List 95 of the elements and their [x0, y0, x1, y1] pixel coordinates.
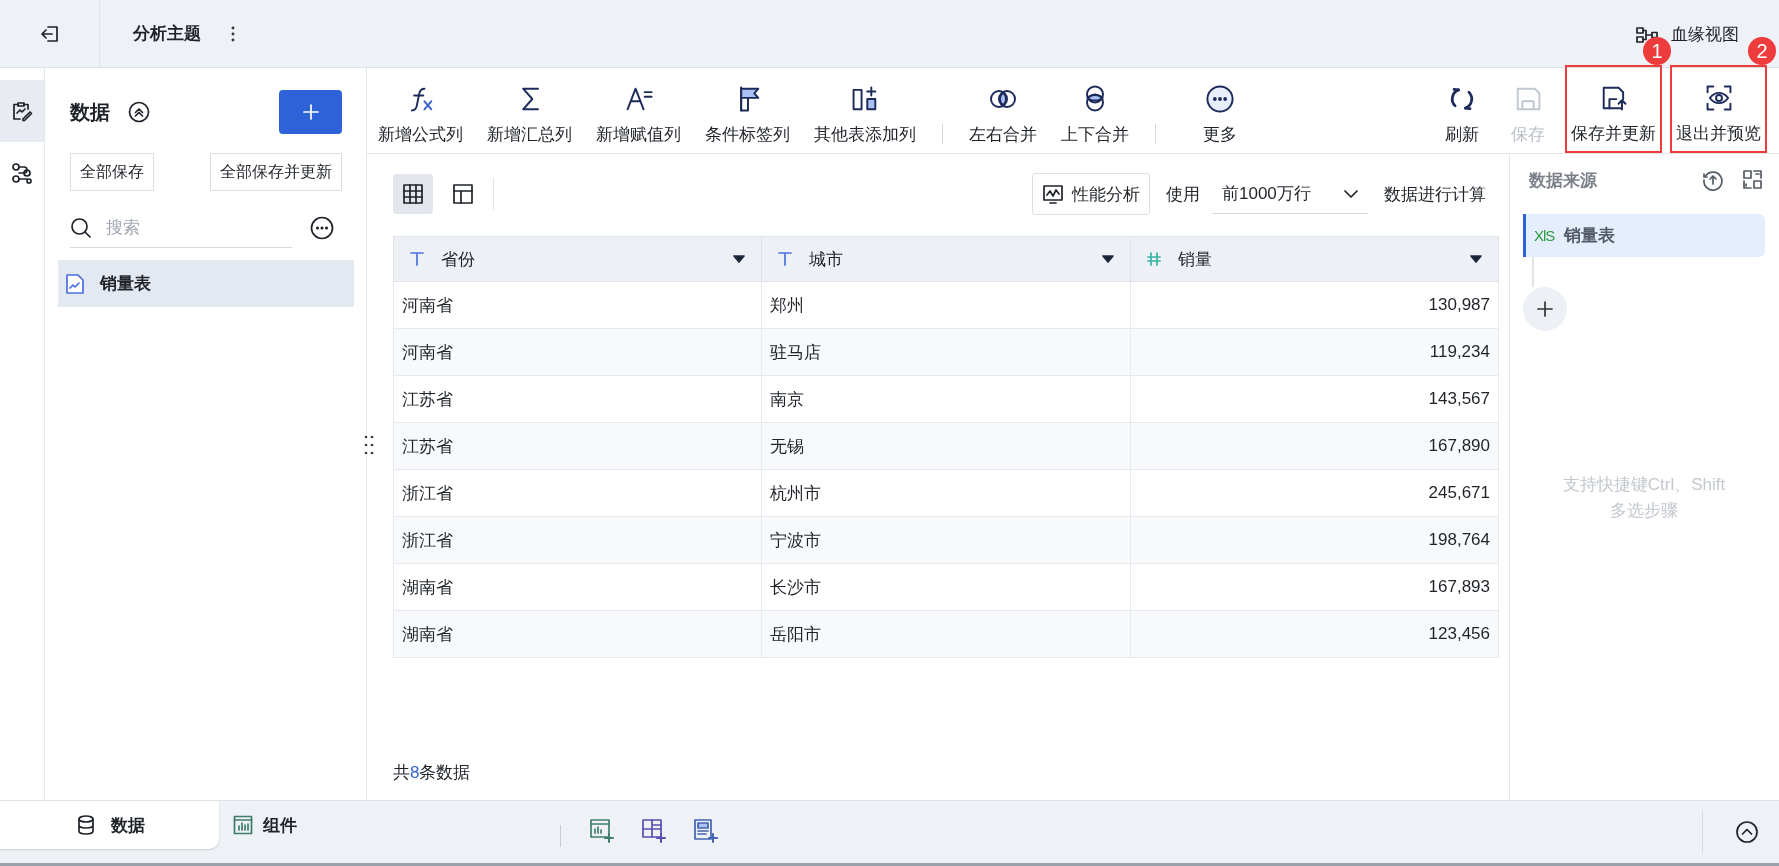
- hash-icon: [1145, 251, 1162, 267]
- search-field[interactable]: 搜索: [104, 216, 258, 239]
- table-cell: 143,567: [1130, 375, 1499, 423]
- dropdown-icon: [1470, 255, 1482, 263]
- table-cell: 湖南省: [393, 610, 762, 658]
- table-cell: 245,671: [1130, 469, 1499, 517]
- table-cell: 宁波市: [761, 516, 1131, 564]
- dropdown-icon: [1101, 255, 1114, 263]
- toolbar-button: 保存: [1508, 68, 1548, 153]
- layout-icon: [452, 183, 474, 205]
- chevron-double-up-icon: [128, 101, 150, 123]
- text-type-icon: [777, 251, 794, 267]
- toolbar-button[interactable]: 上下合并: [1058, 68, 1132, 153]
- toolbar-button[interactable]: 保存并更新: [1565, 65, 1662, 153]
- table-cell: 浙江省: [393, 516, 762, 564]
- column-header[interactable]: 省份: [393, 236, 762, 282]
- row-limit-select[interactable]: 前1000万行: [1212, 174, 1368, 214]
- table-cell: 郑州: [761, 281, 1131, 329]
- plus-icon: [301, 103, 320, 121]
- table-cell: 江苏省: [393, 375, 762, 423]
- collapse-button[interactable]: [128, 101, 150, 123]
- table-cell: 无锡: [761, 422, 1131, 470]
- view-toggle[interactable]: [393, 174, 433, 214]
- plus-icon: [1537, 301, 1553, 317]
- more-icon: [1204, 83, 1236, 115]
- page-title: 分析主题: [133, 23, 201, 45]
- toolbar-button[interactable]: 退出并预览: [1670, 65, 1767, 153]
- text-type-icon: [409, 251, 425, 267]
- performance-button[interactable]: 性能分析: [1032, 173, 1150, 215]
- sidebar-tab[interactable]: [0, 80, 44, 142]
- history-icon: [1701, 168, 1725, 192]
- layout-add-icon: [641, 818, 667, 844]
- bottom-tab[interactable]: 数据: [0, 801, 219, 849]
- table-cell: 湖南省: [393, 563, 762, 611]
- swap-icon: [1741, 168, 1765, 192]
- more-icon: [310, 216, 334, 240]
- toolbar-button[interactable]: 新增赋值列: [593, 68, 684, 153]
- add-step-button[interactable]: [1523, 287, 1567, 331]
- label-text: 数据进行计算: [1384, 183, 1486, 206]
- column-header[interactable]: 销量: [1130, 236, 1499, 282]
- more-vertical-icon: [231, 25, 235, 42]
- flow-icon: [10, 161, 34, 185]
- bottom-tab[interactable]: 组件: [233, 801, 297, 849]
- more-button[interactable]: [310, 216, 334, 240]
- row-count-text: 共8条数据: [393, 762, 472, 784]
- report-add-icon: [693, 818, 719, 844]
- clipboard-chart-icon: [10, 99, 34, 123]
- add-button[interactable]: [279, 90, 342, 134]
- table-cell: 123,456: [1130, 610, 1499, 658]
- toolbar-button[interactable]: 左右合并: [966, 68, 1040, 153]
- toolbar-button[interactable]: 新增公式列: [375, 68, 466, 153]
- toolbar-button[interactable]: 条件标签列: [702, 68, 793, 153]
- toolbar-icon-button[interactable]: [641, 818, 667, 844]
- table-cell: 长沙市: [761, 563, 1131, 611]
- table-cell: 119,234: [1130, 328, 1499, 376]
- table-cell: 167,890: [1130, 422, 1499, 470]
- table-cell: 130,987: [1130, 281, 1499, 329]
- search-icon: [70, 216, 92, 239]
- toolbar-button[interactable]: 更多: [1200, 68, 1240, 153]
- table-cell: 167,893: [1130, 563, 1499, 611]
- panel-title: 数据来源: [1529, 169, 1597, 192]
- toolbar-button[interactable]: 新增汇总列: [484, 68, 575, 153]
- swap-button[interactable]: [1741, 168, 1765, 192]
- history-button[interactable]: [1701, 168, 1725, 192]
- table-cell: 河南省: [393, 328, 762, 376]
- action-button[interactable]: 全部保存并更新: [210, 153, 342, 191]
- table-cell: 河南省: [393, 281, 762, 329]
- table-cell: 198,764: [1130, 516, 1499, 564]
- toolbar-button[interactable]: 其他表添加列: [811, 68, 919, 153]
- table-cell: 浙江省: [393, 469, 762, 517]
- column-header[interactable]: 城市: [761, 236, 1131, 282]
- toolbar-icon-button[interactable]: [589, 818, 615, 844]
- chart-file-icon: [66, 273, 84, 294]
- file-type-label: XlS: [1534, 227, 1555, 244]
- table-cell: 南京: [761, 375, 1131, 423]
- table-cell: 驻马店: [761, 328, 1131, 376]
- bar-chart-icon: [233, 815, 253, 835]
- chart-add-icon: [589, 818, 615, 844]
- lineage-icon: [1635, 25, 1659, 44]
- monitor-chart-icon: [1042, 183, 1064, 205]
- toolbar-icon-button[interactable]: [693, 818, 719, 844]
- chevron-up-circle-icon: [1735, 820, 1759, 844]
- drag-handle-icon[interactable]: [364, 434, 374, 456]
- label-text: 使用: [1166, 183, 1200, 206]
- dropdown-icon: [733, 255, 746, 263]
- table-cell: 江苏省: [393, 422, 762, 470]
- hint-text: 支持快捷键Ctrl、Shift 多选步骤: [1561, 474, 1727, 522]
- toolbar-button[interactable]: 刷新: [1442, 68, 1482, 153]
- action-button[interactable]: 全部保存: [70, 153, 154, 191]
- table-cell: 岳阳市: [761, 610, 1131, 658]
- table-item[interactable]: 销量表: [58, 260, 354, 307]
- source-step[interactable]: XlS 销量表: [1523, 214, 1765, 257]
- table-cell: 杭州市: [761, 469, 1131, 517]
- grid-icon: [402, 183, 424, 205]
- panel-title: 数据: [70, 99, 110, 125]
